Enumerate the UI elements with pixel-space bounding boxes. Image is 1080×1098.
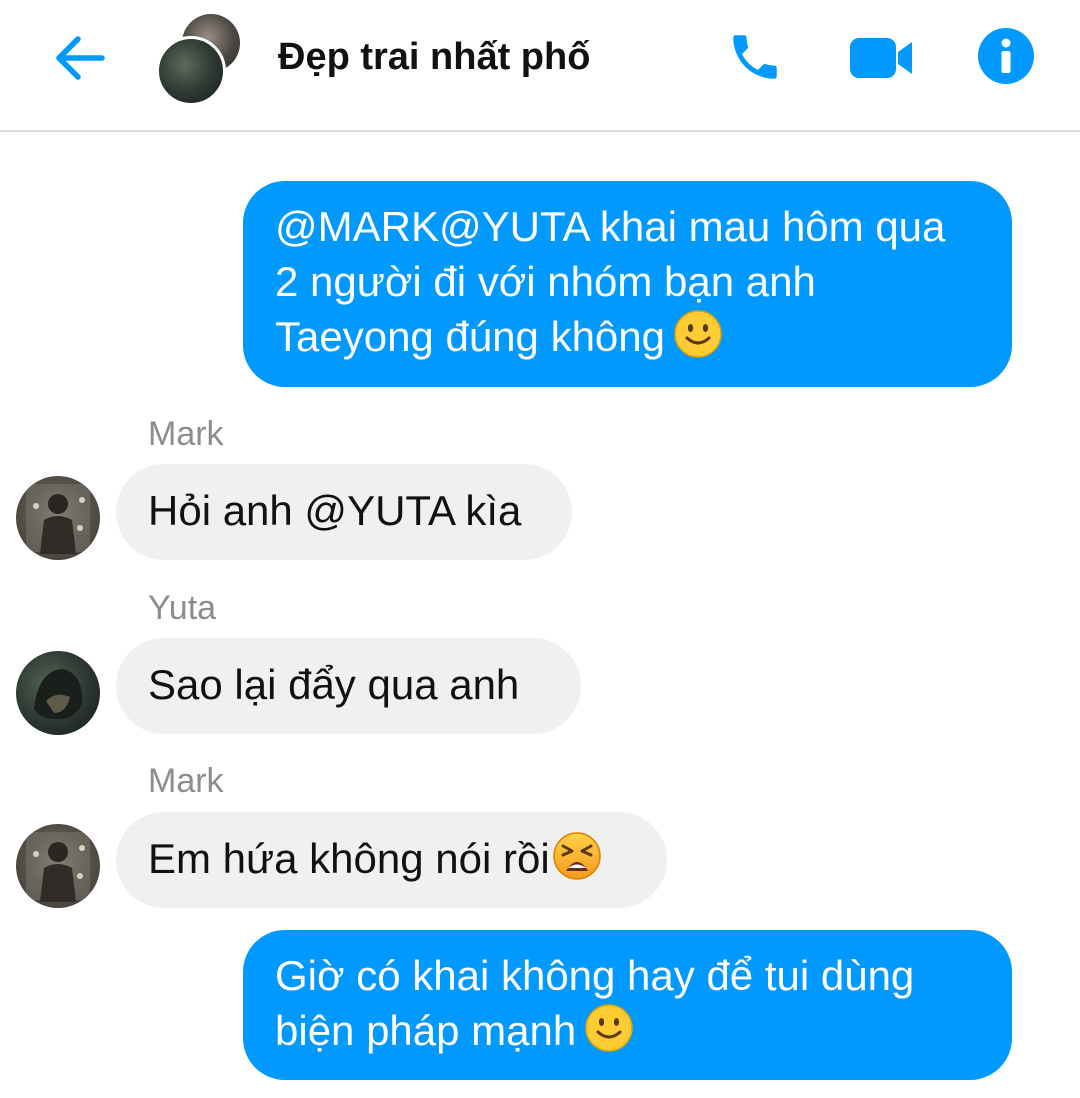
video-camera-icon <box>850 38 912 78</box>
incoming-message[interactable]: Hỏi anh @YUTA kìa <box>116 464 572 560</box>
avatar-mark[interactable] <box>16 824 100 908</box>
outgoing-message[interactable]: Giờ có khai không hay để tui dùng biện p… <box>243 930 1012 1080</box>
info-button[interactable] <box>976 26 1036 86</box>
sender-name: Yuta <box>148 589 217 627</box>
slightly-smiling-face-icon <box>584 1003 634 1066</box>
message-text: @MARK@YUTA khai mau hôm qua 2 người đi v… <box>275 203 946 360</box>
chat-title[interactable]: Đẹp trai nhất phố <box>278 36 590 79</box>
info-icon <box>978 28 1034 84</box>
message-text: Sao lại đẩy qua anh <box>148 661 520 708</box>
group-avatar-photo-front <box>156 36 226 106</box>
sender-name: Mark <box>148 762 224 800</box>
slightly-smiling-face-icon <box>673 309 723 372</box>
video-call-button[interactable] <box>848 34 914 82</box>
chat-header: Đẹp trai nhất phố <box>0 0 1080 132</box>
call-button[interactable] <box>726 28 784 86</box>
avatar-yuta[interactable] <box>16 651 100 735</box>
arrow-left-icon <box>56 36 105 80</box>
outgoing-message[interactable]: @MARK@YUTA khai mau hôm qua 2 người đi v… <box>243 181 1012 387</box>
incoming-message[interactable]: Em hứa không nói rồi <box>116 812 667 908</box>
tired-face-icon <box>552 831 602 894</box>
incoming-message[interactable]: Sao lại đẩy qua anh <box>116 638 581 734</box>
phone-icon <box>733 35 777 79</box>
avatar-mark[interactable] <box>16 476 100 560</box>
back-button[interactable] <box>50 28 110 88</box>
message-text: Em hứa không nói rồi <box>148 835 550 882</box>
message-text: Hỏi anh @YUTA kìa <box>148 487 522 534</box>
sender-name: Mark <box>148 415 224 453</box>
group-avatar[interactable] <box>156 14 244 106</box>
